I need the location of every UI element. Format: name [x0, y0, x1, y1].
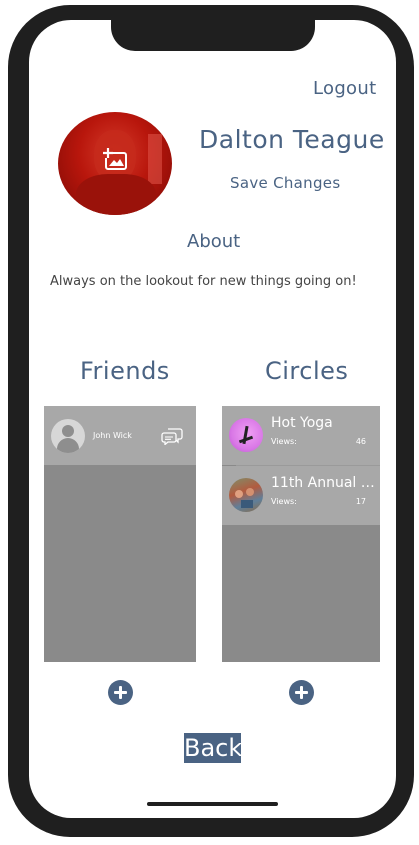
views-count: 46 [355, 437, 366, 446]
logout-button[interactable]: Logout [313, 78, 376, 99]
circle-list-item[interactable]: 11th Annual F... Views: 17 [222, 466, 380, 525]
about-heading: About [187, 231, 241, 252]
friend-list-item[interactable]: John Wick [44, 406, 196, 465]
views-count: 17 [355, 497, 366, 506]
friends-heading: Friends [80, 357, 170, 385]
add-icon-vertical [119, 686, 122, 699]
add-friend-button[interactable] [108, 680, 133, 705]
save-changes-button[interactable]: Save Changes [230, 174, 340, 192]
circle-name: Hot Yoga [271, 415, 333, 431]
thumb-person [235, 490, 243, 498]
add-circle-button[interactable] [289, 680, 314, 705]
circle-name: 11th Annual F... [271, 475, 375, 491]
avatar-head [62, 425, 74, 437]
notch [111, 20, 315, 51]
thumb-figure-arms [238, 435, 254, 444]
avatar-photo-window [148, 134, 162, 184]
friend-name: John Wick [93, 431, 132, 440]
add-icon-vertical [300, 686, 303, 699]
thumb-person [246, 488, 254, 496]
views-label: Views: [271, 497, 297, 506]
circle-list-item[interactable]: Hot Yoga Views: 46 [222, 406, 380, 465]
default-avatar-icon [51, 419, 85, 453]
circles-list[interactable]: Hot Yoga Views: 46 11th Annual F... View… [222, 406, 380, 662]
circles-heading: Circles [265, 357, 349, 385]
home-indicator [147, 802, 278, 806]
profile-avatar[interactable] [58, 112, 172, 215]
user-name: Dalton Teague [199, 125, 385, 154]
about-text: Always on the lookout for new things goi… [50, 274, 357, 289]
upload-image-icon[interactable] [103, 148, 129, 172]
thumb-person [241, 500, 253, 508]
circle-thumbnail [229, 478, 263, 512]
friends-list[interactable]: John Wick [44, 406, 196, 662]
back-button[interactable]: Back [184, 733, 242, 763]
views-label: Views: [271, 437, 297, 446]
avatar-torso [57, 438, 79, 453]
chat-icon[interactable] [161, 427, 183, 445]
circle-thumbnail [229, 418, 263, 452]
avatar-photo-body [76, 174, 156, 215]
